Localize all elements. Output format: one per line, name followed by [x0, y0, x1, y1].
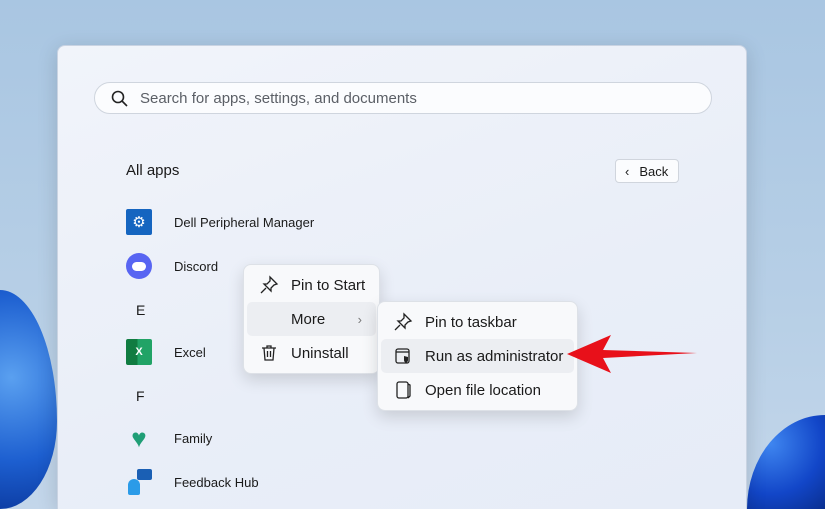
menu-label: Uninstall [291, 344, 349, 362]
pin-icon [394, 312, 413, 331]
app-label: Family [174, 430, 213, 446]
app-label: Feedback Hub [174, 474, 259, 490]
family-heart-icon: ♥ [131, 422, 147, 453]
app-label: Excel [174, 344, 206, 360]
menu-label: More [291, 310, 326, 328]
app-item-dell[interactable]: ⚙ Dell Peripheral Manager [126, 209, 314, 235]
start-menu: Search for apps, settings, and documents… [57, 45, 747, 509]
menu-label: Run as administrator [425, 347, 564, 365]
menu-item-open-file-location[interactable]: Open file location [381, 373, 574, 407]
wallpaper-swirl [0, 290, 57, 509]
app-item-excel[interactable]: X Excel [126, 339, 206, 365]
menu-item-pin-to-taskbar[interactable]: Pin to taskbar [381, 305, 574, 339]
chevron-left-icon: ‹ [625, 163, 630, 179]
letter-header[interactable]: E [136, 302, 145, 318]
discord-icon [126, 253, 152, 279]
app-item-family[interactable]: ♥ Family [126, 422, 213, 453]
menu-item-pin-to-start[interactable]: Pin to Start [247, 268, 376, 302]
admin-shield-icon [395, 348, 410, 364]
menu-item-run-as-administrator[interactable]: Run as administrator [381, 339, 574, 373]
pin-icon [260, 275, 279, 294]
feedback-hub-icon [126, 469, 152, 495]
app-label: Discord [174, 258, 219, 274]
search-input[interactable]: Search for apps, settings, and documents [94, 82, 712, 114]
dell-icon: ⚙ [126, 209, 152, 235]
back-label: Back [639, 163, 669, 179]
letter-header[interactable]: F [136, 388, 145, 404]
app-item-discord[interactable]: Discord [126, 253, 218, 279]
all-apps-title: All apps [126, 162, 180, 179]
menu-label: Pin to taskbar [425, 313, 517, 331]
back-button[interactable]: ‹ Back [615, 159, 679, 183]
chevron-right-icon: › [357, 311, 362, 327]
menu-item-more[interactable]: More › [247, 302, 376, 336]
file-location-icon [396, 381, 411, 399]
menu-label: Pin to Start [291, 276, 366, 294]
app-item-feedback-hub[interactable]: Feedback Hub [126, 469, 259, 495]
search-placeholder: Search for apps, settings, and documents [140, 89, 417, 107]
app-label: Dell Peripheral Manager [174, 214, 315, 230]
wallpaper-swirl [747, 415, 825, 509]
search-icon [111, 90, 128, 107]
excel-icon: X [126, 339, 152, 365]
menu-item-uninstall[interactable]: Uninstall [247, 336, 376, 370]
red-arrow-annotation [567, 335, 697, 373]
context-menu: Pin to Start More › Uninstall [243, 264, 380, 374]
menu-label: Open file location [425, 381, 541, 399]
trash-icon [262, 345, 276, 361]
submenu: Pin to taskbar Run as administrator Open… [377, 301, 578, 411]
